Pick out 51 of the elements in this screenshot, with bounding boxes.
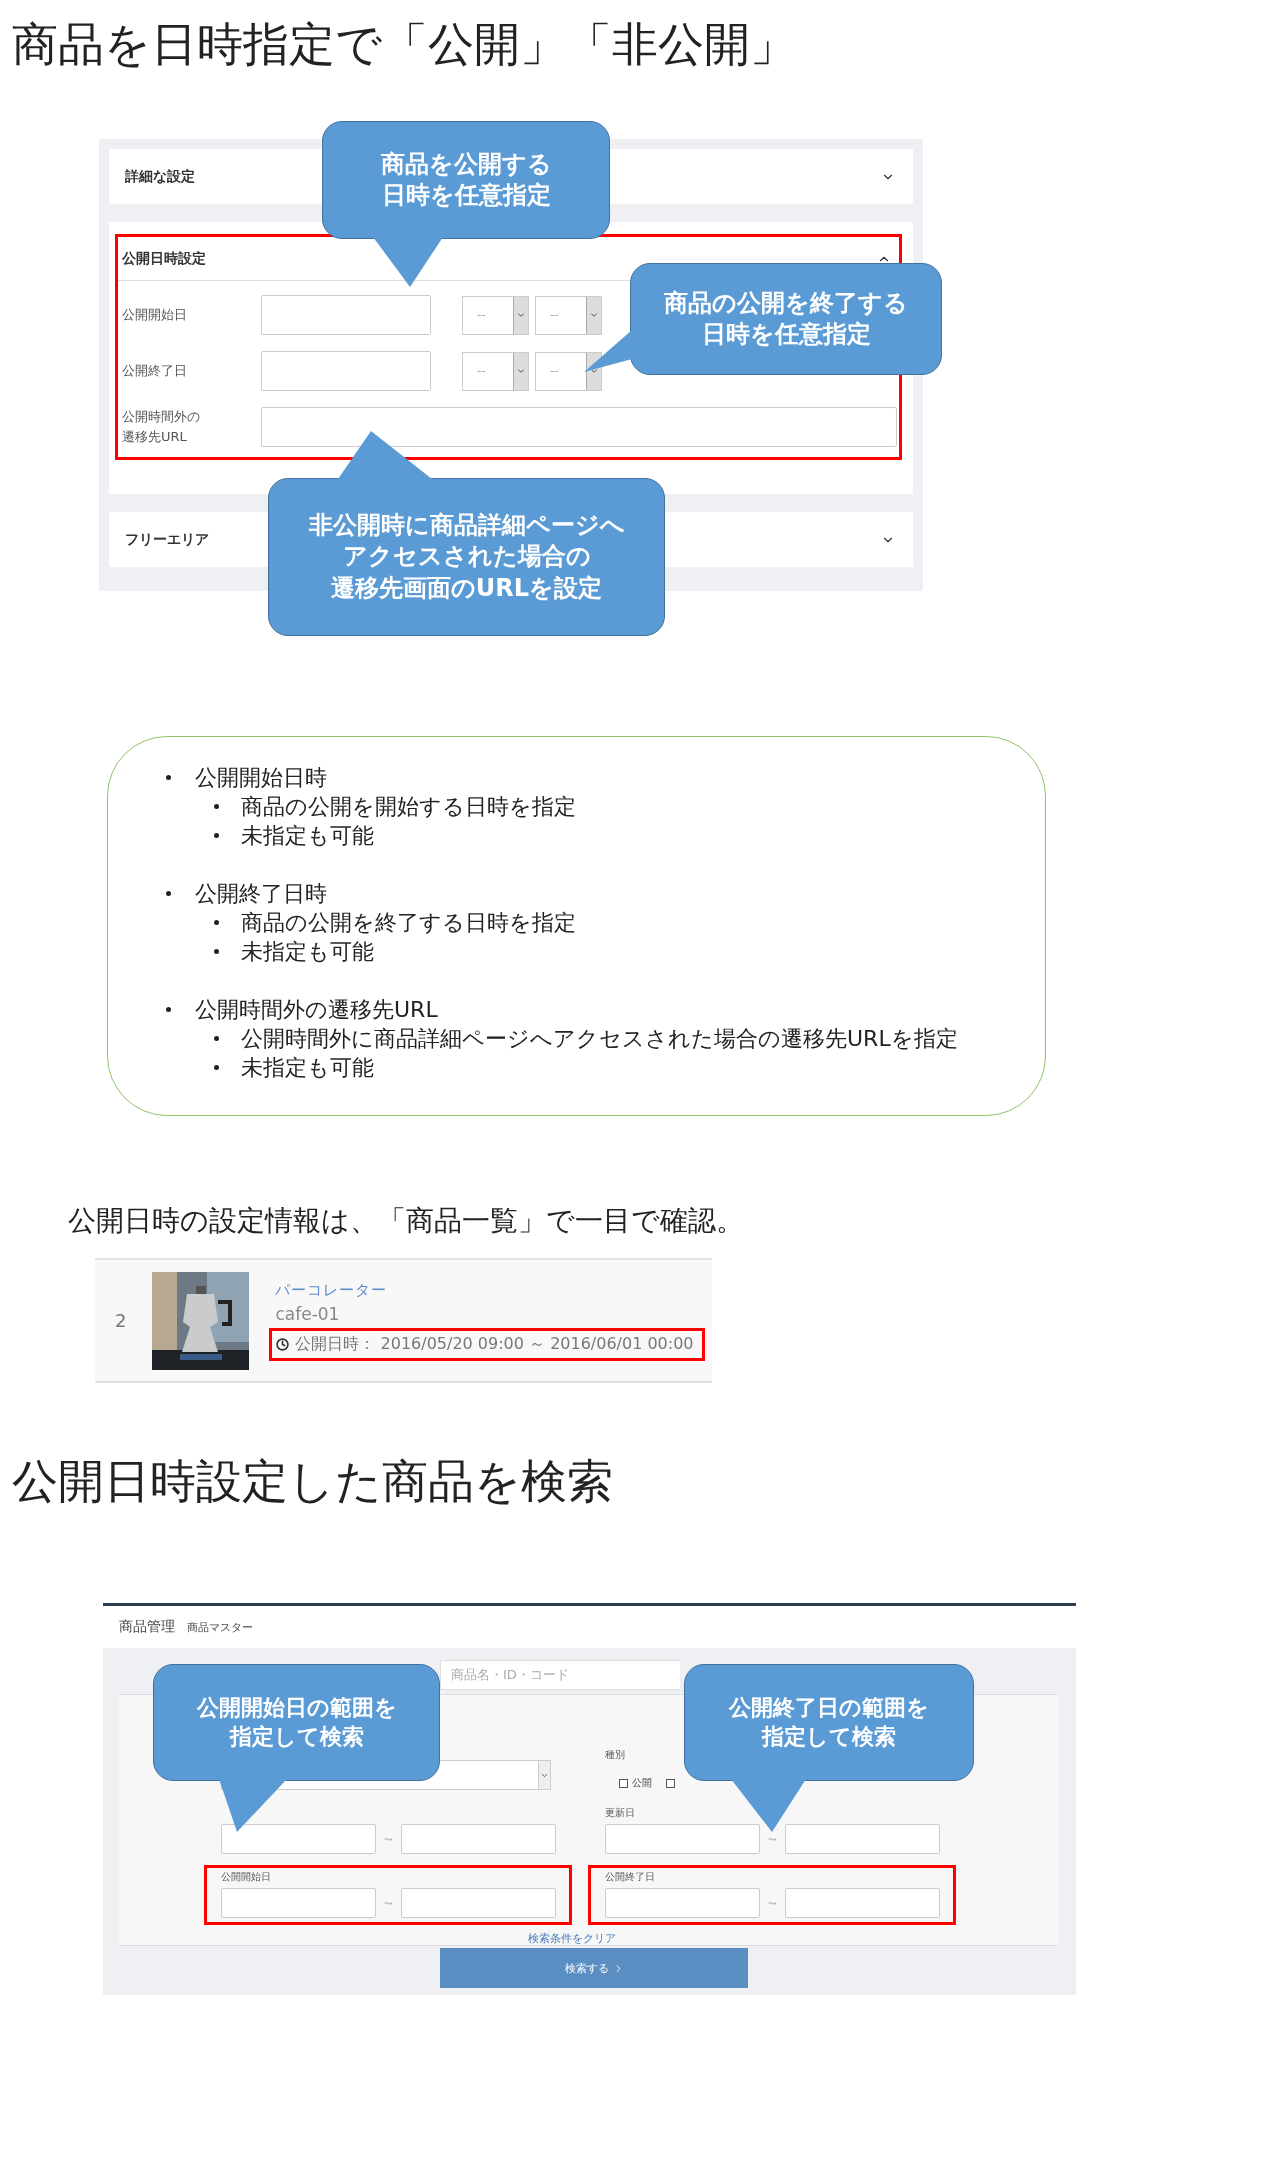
- range-separator: ～: [766, 1830, 779, 1848]
- search-button[interactable]: 検索する: [440, 1948, 748, 1988]
- panel-title: フリーエリア: [125, 530, 209, 549]
- minute-select[interactable]: --: [535, 351, 602, 391]
- callout-text: 商品を公開する: [380, 148, 552, 180]
- filter-label: 公開開始日: [221, 1870, 272, 1884]
- search-field[interactable]: 商品名・ID・コード: [440, 1660, 680, 1690]
- schedule-text: 公開日時： 2016/05/20 09:00 ～ 2016/06/01 00:00: [295, 1333, 694, 1355]
- product-code: cafe-01: [275, 1303, 341, 1324]
- clear-filters-link[interactable]: 検索条件をクリア: [527, 1931, 616, 1946]
- note-text: 公開終了日時: [195, 879, 327, 908]
- callout-text: 商品の公開を終了する: [664, 287, 908, 319]
- row-number: 2: [115, 1310, 127, 1331]
- section-title: 商品を日時指定で「公開」「非公開」: [11, 16, 797, 73]
- range-separator: ～: [382, 1830, 395, 1848]
- breadcrumb-item: 商品マスター: [187, 1619, 253, 1635]
- callout-text: アクセスされた場合の: [342, 541, 591, 573]
- note-text: 未指定も可能: [241, 821, 374, 850]
- field-label: 公開開始日: [122, 306, 188, 324]
- note-text: 公開時間外の遷移先URL: [195, 995, 438, 1024]
- callout-text: 日時を任意指定: [701, 319, 871, 350]
- callout-text: 日時を任意指定: [381, 180, 551, 211]
- panel-title: 公開日時設定: [122, 249, 206, 268]
- note-text: 商品の公開を開始する日時を指定: [241, 792, 576, 821]
- checkbox-label: 公開: [632, 1776, 652, 1790]
- callout-text: 指定して検索: [229, 1722, 364, 1751]
- hour-select[interactable]: --: [462, 351, 529, 391]
- note-text: 商品の公開を終了する日時を指定: [241, 908, 576, 937]
- summary-text: 公開日時の設定情報は、「商品一覧」で一目で確認。: [68, 1203, 745, 1239]
- callout-text: 指定して検索: [762, 1722, 896, 1751]
- range-separator: ～: [766, 1894, 779, 1912]
- note-text: 未指定も可能: [241, 1053, 374, 1082]
- callout-text: 遷移先画面のURLを設定: [330, 572, 603, 604]
- breadcrumb-item: 商品管理: [119, 1618, 175, 1636]
- panel-title: 詳細な設定: [125, 167, 195, 186]
- range-separator: ～: [382, 1894, 395, 1912]
- note-text: 公開開始日時: [195, 763, 327, 792]
- callout-text: 公開開始日の範囲を: [196, 1693, 397, 1722]
- filter-label: 更新日: [605, 1806, 636, 1820]
- hour-select[interactable]: --: [462, 295, 529, 335]
- product-name-link[interactable]: パーコレーター: [275, 1280, 705, 1300]
- note-text: 未指定も可能: [241, 937, 374, 966]
- section-title: 公開日時設定した商品を検索: [12, 1453, 614, 1510]
- callout-text: 非公開時に商品詳細ページへ: [308, 510, 625, 542]
- filter-label: 種別: [605, 1748, 626, 1762]
- field-label: 公開終了日: [122, 362, 188, 380]
- minute-select[interactable]: --: [535, 295, 602, 335]
- note-text: 公開時間外に商品詳細ページへアクセスされた場合の遷移先URLを指定: [241, 1024, 958, 1053]
- callout-text: 公開終了日の範囲を: [729, 1693, 929, 1722]
- field-label: 公開時間外の遷移先URL: [122, 408, 201, 446]
- filter-label: 公開終了日: [605, 1870, 656, 1884]
